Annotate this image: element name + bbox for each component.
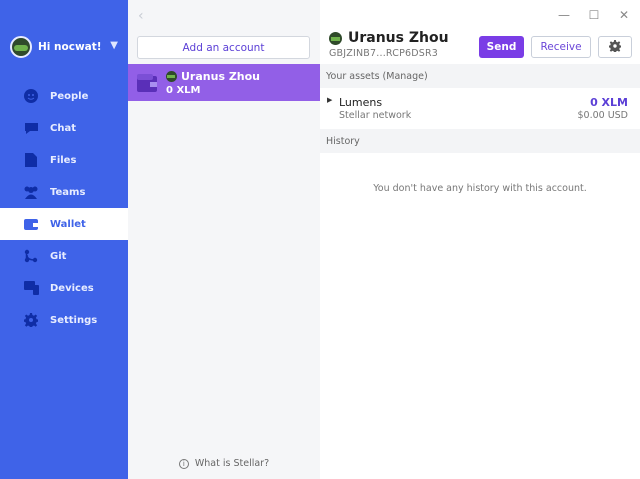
receive-button[interactable]: Receive <box>531 36 591 58</box>
sidebar-item-label: Chat <box>50 122 76 134</box>
sidebar-nav: People Chat Files Teams Wallet Git Devic… <box>0 80 128 336</box>
expand-caret-icon[interactable]: ▶ <box>327 96 332 104</box>
gear-icon <box>608 39 622 55</box>
chat-icon <box>23 120 39 136</box>
account-address[interactable]: GBJZINB7...RCP6DSR3 <box>329 48 449 59</box>
assets-header[interactable]: Your assets (Manage) <box>320 64 640 88</box>
wallet-icon <box>136 72 158 94</box>
files-icon <box>23 152 39 168</box>
add-account-button[interactable]: Add an account <box>137 36 310 59</box>
send-button[interactable]: Send <box>479 36 524 58</box>
sidebar-item-label: Settings <box>50 314 98 326</box>
sidebar: Hi nocwat! ▼ People Chat Files Teams Wal… <box>0 0 128 479</box>
sidebar-item-teams[interactable]: Teams <box>0 176 128 208</box>
sidebar-item-label: Git <box>50 250 67 262</box>
asset-network: Stellar network <box>339 110 412 121</box>
maximize-icon[interactable]: ☐ <box>588 8 600 22</box>
gear-icon <box>23 312 39 328</box>
accounts-panel: ‹ Add an account Uranus Zhou 0 XLM i Wha… <box>128 0 320 479</box>
account-title: Uranus Zhou <box>348 30 449 46</box>
sidebar-item-wallet[interactable]: Wallet <box>0 208 128 240</box>
sidebar-item-devices[interactable]: Devices <box>0 272 128 304</box>
account-name: Uranus Zhou <box>166 70 260 83</box>
sidebar-item-label: Wallet <box>50 218 86 230</box>
what-is-stellar-link[interactable]: i What is Stellar? <box>128 458 320 469</box>
sidebar-item-label: Devices <box>50 282 94 294</box>
sidebar-item-label: Files <box>50 154 77 166</box>
sidebar-item-people[interactable]: People <box>0 80 128 112</box>
sidebar-item-git[interactable]: Git <box>0 240 128 272</box>
info-icon: i <box>178 458 189 469</box>
account-name-text: Uranus Zhou <box>181 69 261 83</box>
asset-balance: 0 XLM <box>590 96 628 109</box>
teams-icon <box>23 184 39 200</box>
git-icon <box>23 248 39 264</box>
history-empty-message: You don't have any history with this acc… <box>373 183 587 194</box>
asset-row[interactable]: ▶ Lumens Stellar network 0 XLM $0.00 USD <box>320 89 640 127</box>
window-controls: — ☐ ✕ <box>558 8 630 22</box>
account-balance: 0 XLM <box>166 84 201 96</box>
account-row-selected[interactable]: Uranus Zhou 0 XLM <box>128 64 320 101</box>
avatar <box>166 70 177 82</box>
avatar <box>10 36 32 58</box>
avatar <box>329 31 342 45</box>
chevron-down-icon: ▼ <box>110 40 118 51</box>
history-header: History <box>320 129 640 153</box>
asset-name: Lumens <box>339 96 383 109</box>
account-info: Uranus Zhou 0 XLM <box>166 70 260 96</box>
sidebar-item-chat[interactable]: Chat <box>0 112 128 144</box>
wallet-icon <box>23 216 39 232</box>
user-menu[interactable]: Hi nocwat! ▼ <box>10 36 122 58</box>
user-greeting: Hi nocwat! <box>38 41 102 53</box>
back-arrow-icon[interactable]: ‹ <box>138 8 144 24</box>
sidebar-item-label: Teams <box>50 186 86 198</box>
sidebar-item-files[interactable]: Files <box>0 144 128 176</box>
main-panel: — ☐ ✕ Uranus Zhou GBJZINB7...RCP6DSR3 Se… <box>320 0 640 479</box>
asset-usd-value: $0.00 USD <box>577 110 628 121</box>
account-settings-button[interactable] <box>598 36 632 58</box>
people-icon <box>23 88 39 104</box>
account-header: Uranus Zhou GBJZINB7...RCP6DSR3 <box>329 30 449 59</box>
devices-icon <box>23 280 39 296</box>
sidebar-item-label: People <box>50 90 89 102</box>
what-is-stellar-label: What is Stellar? <box>194 458 270 469</box>
sidebar-item-settings[interactable]: Settings <box>0 304 128 336</box>
minimize-icon[interactable]: — <box>558 8 570 22</box>
close-icon[interactable]: ✕ <box>618 8 630 22</box>
page-title: Uranus Zhou <box>329 30 449 46</box>
